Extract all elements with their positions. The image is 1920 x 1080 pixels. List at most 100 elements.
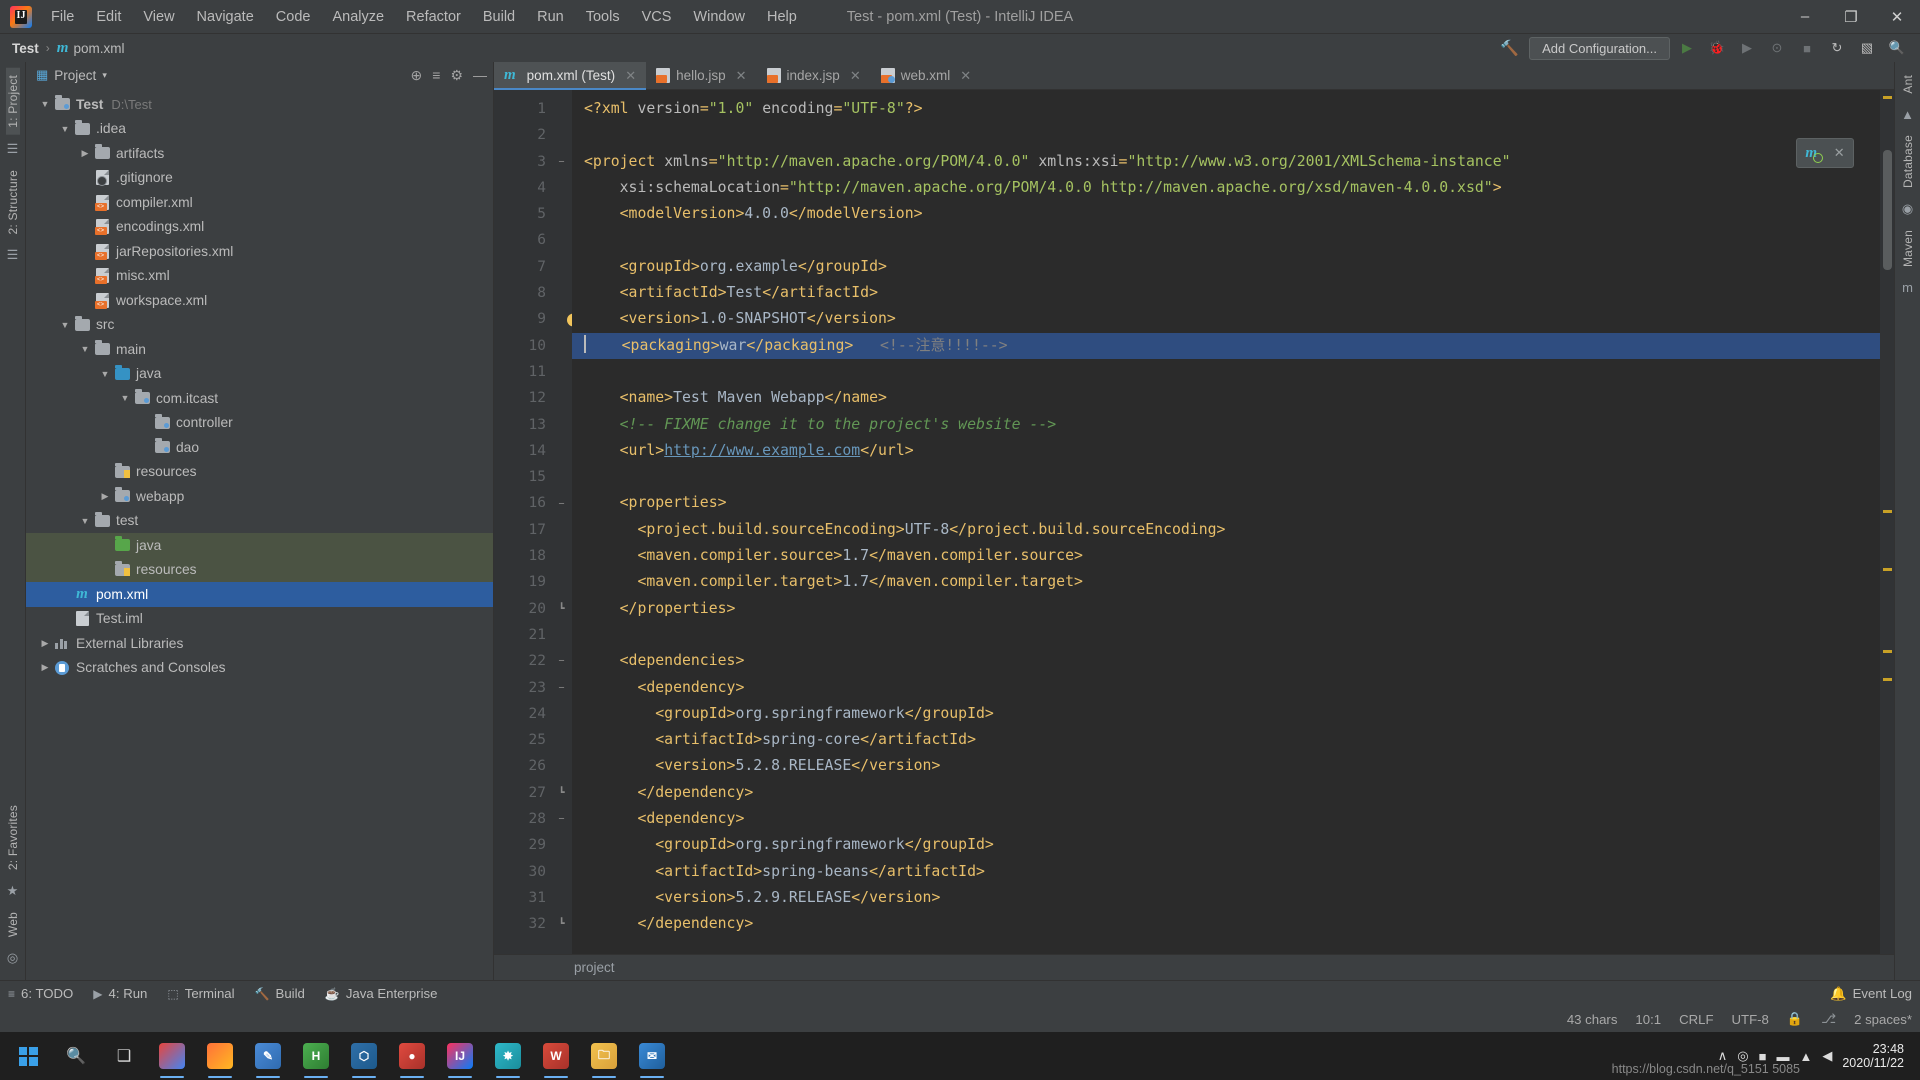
tree-expand-arrow-open[interactable]: ▼ (78, 344, 92, 354)
marker-warning-4[interactable] (1883, 650, 1892, 653)
gutter-line-30[interactable]: 30 (494, 859, 572, 885)
editor-gutter[interactable]: 123−45678910111213141516−17181920┗2122−2… (494, 90, 572, 954)
updates-icon[interactable]: ↻ (1824, 37, 1850, 59)
code-line-14[interactable]: <url>http://www.example.com</url> (572, 438, 1880, 464)
project-tree[interactable]: ▼TestD:\Test▼.idea▶artifacts.gitignoreco… (26, 88, 493, 980)
gutter-line-1[interactable]: 1 (494, 96, 572, 122)
rail-structure[interactable]: 2: Structure (6, 163, 20, 241)
gutter-line-20[interactable]: 20┗ (494, 596, 572, 622)
tree-expand-arrow-open[interactable]: ▼ (58, 320, 72, 330)
tree-item-test[interactable]: ▼test (26, 509, 493, 534)
editor-tab-close-icon[interactable]: ✕ (850, 68, 861, 84)
tree-item-com-itcast[interactable]: ▼com.itcast (26, 386, 493, 411)
rail-globe-icon[interactable]: ◎ (7, 944, 18, 972)
gutter-line-22[interactable]: 22− (494, 648, 572, 674)
tree-item-main[interactable]: ▼main (26, 337, 493, 362)
code-line-26[interactable]: <version>5.2.8.RELEASE</version> (572, 753, 1880, 779)
code-line-12[interactable]: <name>Test Maven Webapp</name> (572, 385, 1880, 411)
code-line-10[interactable]: <packaging>war</packaging> <!--注意!!!!--> (572, 333, 1880, 359)
menu-tools[interactable]: Tools (575, 5, 631, 29)
code-line-1[interactable]: <?xml version="1.0" encoding="UTF-8"?> (572, 96, 1880, 122)
tool-window-terminal[interactable]: ⬚ Terminal (167, 986, 234, 1001)
editor-tab-close-icon[interactable]: ✕ (960, 68, 971, 84)
taskbar-app-firefox[interactable] (196, 1032, 244, 1080)
marker-warning[interactable] (1883, 96, 1892, 99)
tree-item-pom-xml[interactable]: mpom.xml (26, 582, 493, 607)
tree-item-workspace-xml[interactable]: workspace.xml (26, 288, 493, 313)
code-line-13[interactable]: <!-- FIXME change it to the project's we… (572, 412, 1880, 438)
right-tool-rail[interactable]: Ant ▲ Database ◉ Maven m (1894, 62, 1920, 980)
minimize-button[interactable]: – (1782, 0, 1828, 34)
stop-button[interactable]: ■ (1794, 37, 1820, 59)
taskbar-app-explorer[interactable]: 🗀 (580, 1032, 628, 1080)
gutter-line-4[interactable]: 4 (494, 175, 572, 201)
code-line-11[interactable] (572, 359, 1880, 385)
code-line-8[interactable]: <artifactId>Test</artifactId> (572, 280, 1880, 306)
gutter-line-16[interactable]: 16− (494, 490, 572, 516)
tool-window-java-enterprise[interactable]: ☕ Java Enterprise (325, 986, 438, 1001)
marker-warning-3[interactable] (1883, 568, 1892, 571)
code-line-24[interactable]: <groupId>org.springframework</groupId> (572, 701, 1880, 727)
rail-commit-icon[interactable]: ☰ (7, 135, 19, 163)
menu-analyze[interactable]: Analyze (321, 5, 395, 29)
rail-favorites[interactable]: 2: Favorites (6, 798, 20, 877)
taskbar-app-app-red[interactable]: ● (388, 1032, 436, 1080)
menu-help[interactable]: Help (756, 5, 808, 29)
editor-tab-close-icon[interactable]: ✕ (625, 68, 636, 84)
code-folding-icon[interactable]: ┗ (557, 920, 566, 929)
editor-tab-pom.xml[interactable]: mpom.xml (Test)✕ (494, 62, 646, 89)
taskbar-apps[interactable]: ✎H⬡●IJ✸W🗀✉ (148, 1032, 676, 1080)
tree-expand-arrow-closed[interactable]: ▶ (78, 148, 92, 159)
gutter-line-2[interactable]: 2 (494, 122, 572, 148)
gutter-line-28[interactable]: 28− (494, 806, 572, 832)
window-controls[interactable]: – ❐ ✕ (1782, 0, 1920, 34)
gutter-line-32[interactable]: 32┗ (494, 911, 572, 937)
search-everywhere-icon[interactable]: 🔍 (1884, 37, 1910, 59)
menu-edit[interactable]: Edit (85, 5, 132, 29)
code-folding-icon[interactable]: − (557, 157, 566, 166)
code-line-31[interactable]: <version>5.2.9.RELEASE</version> (572, 885, 1880, 911)
code-line-15[interactable] (572, 464, 1880, 490)
gutter-line-15[interactable]: 15 (494, 464, 572, 490)
gutter-line-9[interactable]: 9 (494, 306, 572, 332)
rail-web[interactable]: Web (6, 905, 20, 944)
tool-window-run[interactable]: ▶ 4: Run (93, 986, 147, 1001)
gutter-line-21[interactable]: 21 (494, 622, 572, 648)
tree-expand-arrow-open[interactable]: ▼ (118, 393, 132, 403)
tool-window-bar[interactable]: ≡ 6: TODO ▶ 4: Run ⬚ Terminal 🔨 Build ☕ … (0, 980, 1920, 1006)
coverage-button[interactable]: ▶ (1734, 37, 1760, 59)
code-folding-icon[interactable]: − (557, 499, 566, 508)
gutter-line-10[interactable]: 10 (494, 333, 572, 359)
gutter-line-31[interactable]: 31 (494, 885, 572, 911)
left-tool-rail[interactable]: 1: Project ☰ 2: Structure ☰ 2: Favorites… (0, 62, 26, 980)
code-folding-icon[interactable]: − (557, 657, 566, 666)
status-lock-icon[interactable]: 🔒 (1787, 1011, 1803, 1027)
menu-code[interactable]: Code (265, 5, 322, 29)
tree-item-resources[interactable]: resources (26, 558, 493, 583)
run-button[interactable]: ▶ (1674, 37, 1700, 59)
hide-panel-icon[interactable]: — (473, 67, 487, 83)
code-line-21[interactable] (572, 622, 1880, 648)
code-line-20[interactable]: </properties> (572, 596, 1880, 622)
taskbar-clock[interactable]: 23:48 2020/11/22 (1842, 1042, 1910, 1071)
status-branch-icon[interactable]: ⎇ (1821, 1011, 1836, 1027)
tree-expand-arrow-open[interactable]: ▼ (98, 369, 112, 379)
taskbar-app-app-blue[interactable]: ✉ (628, 1032, 676, 1080)
gutter-line-19[interactable]: 19 (494, 569, 572, 595)
rail-database[interactable]: Database (1901, 128, 1915, 195)
tree-item-compiler-xml[interactable]: compiler.xml (26, 190, 493, 215)
code-line-28[interactable]: <dependency> (572, 806, 1880, 832)
gutter-line-29[interactable]: 29 (494, 832, 572, 858)
tree-item-misc-xml[interactable]: misc.xml (26, 264, 493, 289)
gutter-line-23[interactable]: 23− (494, 675, 572, 701)
gutter-line-8[interactable]: 8 (494, 280, 572, 306)
tree-expand-arrow-open[interactable]: ▼ (38, 99, 52, 109)
code-line-4[interactable]: xsi:schemaLocation="http://maven.apache.… (572, 175, 1880, 201)
close-button[interactable]: ✕ (1874, 0, 1920, 34)
marker-warning-5[interactable] (1883, 678, 1892, 681)
tree-item-java[interactable]: ▼java (26, 362, 493, 387)
tree-item-controller[interactable]: controller (26, 411, 493, 436)
code-line-16[interactable]: <properties> (572, 490, 1880, 516)
gutter-line-5[interactable]: 5 (494, 201, 572, 227)
tree-item-webapp[interactable]: ▶webapp (26, 484, 493, 509)
